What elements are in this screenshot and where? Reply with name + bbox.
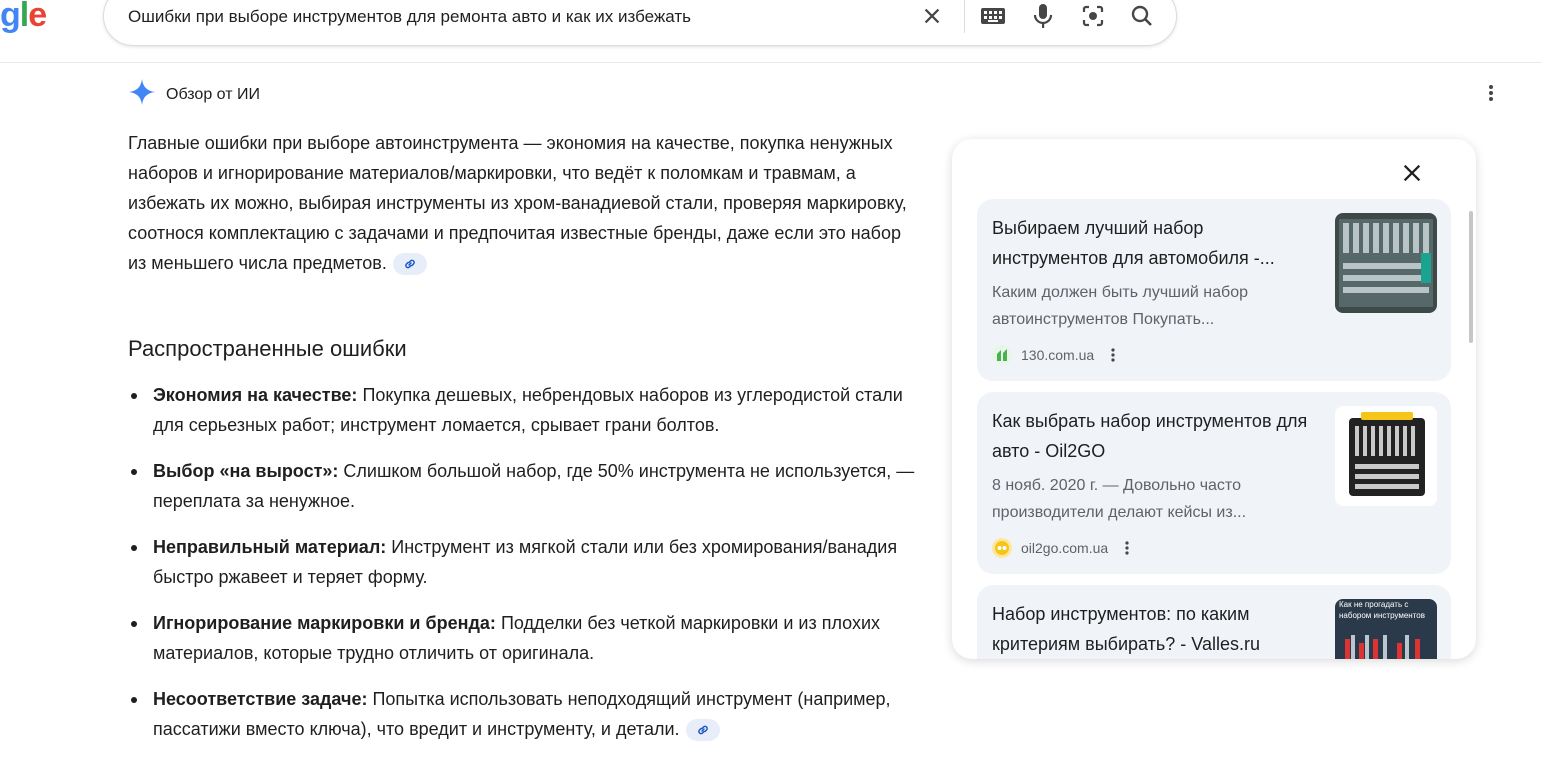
bullet-heading: Игнорирование маркировки и бренда: [153,613,496,633]
site-favicon-icon [992,538,1012,558]
bullet-heading: Неправильный материал: [153,537,387,557]
source-domain: oil2go.com.ua [1021,540,1109,556]
search-icon[interactable] [1129,3,1155,29]
source-site[interactable]: 130.com.ua [992,345,1118,365]
list-item: Неправильный материал: Инструмент из мяг… [128,532,918,592]
logo-letter-g: g [0,0,21,34]
site-favicon-icon [992,345,1012,365]
google-logo[interactable]: gle [0,0,47,35]
more-options-icon[interactable] [1480,82,1502,104]
source-snippet: Каким должен быть лучший набор автоинстр… [992,284,1248,328]
source-site[interactable]: oil2go.com.ua [992,538,1132,558]
source-thumbnail[interactable]: Как не прогадать с набором инструментов [1335,599,1437,659]
source-card[interactable]: Набор инструментов: по каким критериям в… [977,585,1451,659]
bullet-heading: Экономия на качестве: [153,385,358,405]
source-snippet: 8 нояб. 2020 г. — Довольно часто произво… [992,477,1247,521]
mic-icon[interactable] [1030,3,1056,29]
header-divider [0,62,1542,63]
sources-panel: Выбираем лучший набор инструментов для а… [952,139,1476,659]
source-title[interactable]: Набор инструментов: по каким критериям в… [992,599,1317,659]
logo-letter-l: l [19,0,30,34]
keyboard-icon[interactable] [980,3,1006,29]
sparkle-icon [128,78,156,111]
mistakes-list: Экономия на качестве: Покупка дешевых, н… [128,380,918,760]
ai-overview-title: Обзор от ИИ [166,85,260,103]
panel-scrollbar[interactable] [1469,211,1473,343]
more-options-icon[interactable] [1122,539,1132,557]
lens-icon[interactable] [1080,3,1106,29]
list-item: Экономия на качестве: Покупка дешевых, н… [128,380,918,440]
ai-overview-intro: Главные ошибки при выборе автоинструмент… [128,128,918,278]
more-options-icon[interactable] [1108,346,1118,364]
search-input[interactable]: Ошибки при выборе инструментов для ремон… [128,7,691,27]
source-thumbnail[interactable] [1335,213,1437,313]
source-title[interactable]: Выбираем лучший набор инструментов для а… [992,213,1317,273]
list-item: Игнорирование маркировки и бренда: Подде… [128,608,918,668]
list-item: Несоответствие задаче: Попытка использов… [128,684,918,744]
search-box[interactable]: Ошибки при выборе инструментов для ремон… [103,0,1177,46]
list-item: Выбор «на вырост»: Слишком большой набор… [128,456,918,516]
bullet-heading: Несоответствие задаче: [153,689,368,709]
source-card[interactable]: Как выбрать набор инструментов для авто … [977,392,1451,574]
source-thumbnail[interactable] [1335,406,1437,506]
source-domain: 130.com.ua [1021,347,1095,363]
search-divider [964,0,965,33]
logo-letter-e: e [28,0,47,34]
ai-overview-header: Обзор от ИИ [128,78,260,111]
source-title[interactable]: Как выбрать набор инструментов для авто … [992,406,1317,466]
close-icon[interactable] [1400,161,1424,185]
source-card[interactable]: Выбираем лучший набор инструментов для а… [977,199,1451,381]
citation-link-icon[interactable] [685,719,720,742]
citation-link-icon[interactable] [392,253,427,276]
intro-text: Главные ошибки при выборе автоинструмент… [128,133,907,273]
bullet-heading: Выбор «на вырост»: [153,461,339,481]
close-icon[interactable] [919,3,945,29]
section-title: Распространенные ошибки [128,336,407,361]
